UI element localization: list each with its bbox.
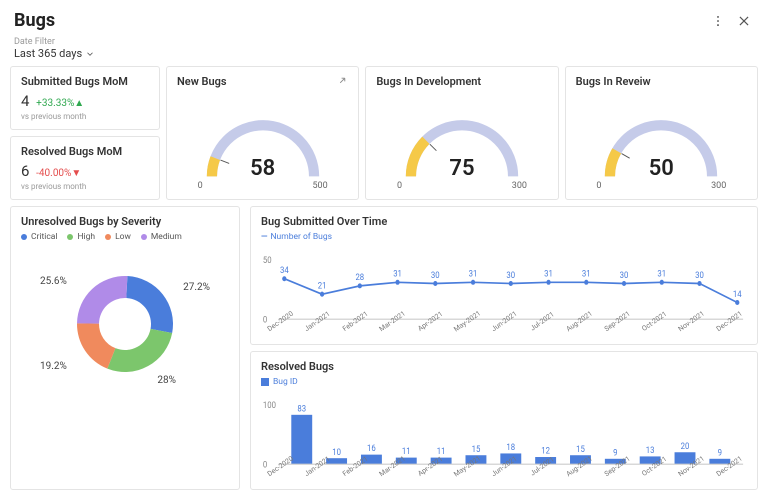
svg-text:31: 31 (582, 269, 591, 280)
close-icon[interactable] (734, 11, 754, 31)
gauge-title: Bugs In Development (376, 75, 547, 88)
svg-text:100: 100 (263, 401, 276, 412)
more-icon[interactable] (708, 11, 728, 31)
svg-text:31: 31 (544, 269, 553, 280)
svg-text:50: 50 (263, 256, 272, 267)
bar-chart: 0100831016111115181215913209 (261, 391, 747, 471)
donut-title: Unresolved Bugs by Severity (21, 215, 229, 228)
kpi-value: 6 (21, 162, 29, 180)
svg-text:20: 20 (681, 441, 690, 452)
gauge-value: 58 (250, 156, 275, 181)
card-bugs-development: Bugs In Development 75 0300 (365, 66, 558, 200)
card-resolved-bugs: Resolved Bugs Bug ID 0100831016111115181… (250, 351, 758, 490)
svg-text:9: 9 (613, 448, 618, 459)
svg-text:0: 0 (263, 460, 268, 471)
line-xaxis: Dec-2020Jan-2021Feb-2021Mar-2021Apr-2021… (261, 328, 747, 336)
header: Bugs (0, 0, 768, 35)
kpi-sub: vs previous month (21, 182, 149, 191)
svg-text:30: 30 (695, 270, 704, 281)
svg-text:15: 15 (576, 444, 585, 455)
bar-title: Resolved Bugs (261, 360, 747, 373)
card-submitted-mom: Submitted Bugs MoM 4 +33.33%▲ vs previou… (10, 66, 160, 130)
kpi-value: 4 (21, 92, 29, 110)
bar-xaxis: Dec-2020Jan-2021Feb-2021Mar-2021Apr-2021… (261, 473, 747, 481)
legend-critical: Critical (21, 232, 57, 242)
svg-text:13: 13 (646, 445, 655, 456)
gauge-value: 50 (649, 156, 674, 181)
svg-text:30: 30 (506, 270, 515, 281)
donut-pct-low: 19.2% (40, 361, 67, 372)
donut-pct-critical: 27.2% (183, 282, 210, 293)
donut-pct-medium: 25.6% (40, 276, 67, 287)
date-filter-label: Date Filter (14, 37, 754, 47)
svg-text:21: 21 (318, 281, 327, 292)
svg-text:12: 12 (541, 446, 550, 457)
line-title: Bug Submitted Over Time (261, 215, 747, 228)
svg-text:18: 18 (506, 442, 515, 453)
kpi-title: Resolved Bugs MoM (21, 145, 149, 158)
svg-text:28: 28 (355, 273, 364, 284)
gauge-value: 75 (449, 156, 474, 181)
svg-text:30: 30 (431, 270, 440, 281)
card-resolved-mom: Resolved Bugs MoM 6 -40.00%▼ vs previous… (10, 136, 160, 200)
gauge-title: Bugs In Reveiw (576, 75, 747, 88)
kpi-delta: +33.33%▲ (36, 98, 84, 109)
expand-icon[interactable] (337, 75, 348, 89)
card-new-bugs: New Bugs 58 0500 (166, 66, 359, 200)
line-legend: Number of Bugs (261, 232, 747, 242)
svg-text:0: 0 (263, 315, 268, 326)
donut-pct-high: 28% (157, 375, 176, 386)
date-filter: Date Filter Last 365 days (0, 35, 768, 66)
page-title: Bugs (14, 10, 702, 31)
date-filter-value[interactable]: Last 365 days (14, 47, 95, 60)
gauge-title: New Bugs (177, 75, 348, 88)
svg-text:30: 30 (620, 270, 629, 281)
legend-medium: Medium (141, 232, 182, 242)
donut-legend: Critical High Low Medium (21, 232, 229, 242)
chevron-down-icon (85, 49, 95, 59)
bar-legend: Bug ID (261, 377, 747, 387)
kpi-delta: -40.00%▼ (36, 168, 81, 179)
line-chart: 0 50 34 21 28 31 30 31 30 31 31 30 31 30 14 (261, 246, 747, 326)
svg-text:31: 31 (469, 269, 478, 280)
svg-text:31: 31 (393, 269, 402, 280)
kpi-title: Submitted Bugs MoM (21, 75, 149, 88)
svg-text:14: 14 (733, 289, 742, 300)
donut-chart (40, 246, 210, 396)
kpi-sub: vs previous month (21, 112, 149, 121)
legend-high: High (67, 232, 95, 242)
svg-text:16: 16 (367, 444, 376, 455)
svg-text:9: 9 (718, 448, 723, 459)
svg-text:34: 34 (280, 265, 289, 276)
svg-text:31: 31 (657, 269, 666, 280)
card-bugs-review: Bugs In Reveiw 50 0300 (565, 66, 758, 200)
svg-text:83: 83 (297, 404, 306, 415)
legend-low: Low (105, 232, 131, 242)
svg-text:10: 10 (332, 447, 341, 458)
card-severity-donut: Unresolved Bugs by Severity Critical Hig… (10, 206, 240, 490)
card-submitted-over-time: Bug Submitted Over Time Number of Bugs 0… (250, 206, 758, 345)
